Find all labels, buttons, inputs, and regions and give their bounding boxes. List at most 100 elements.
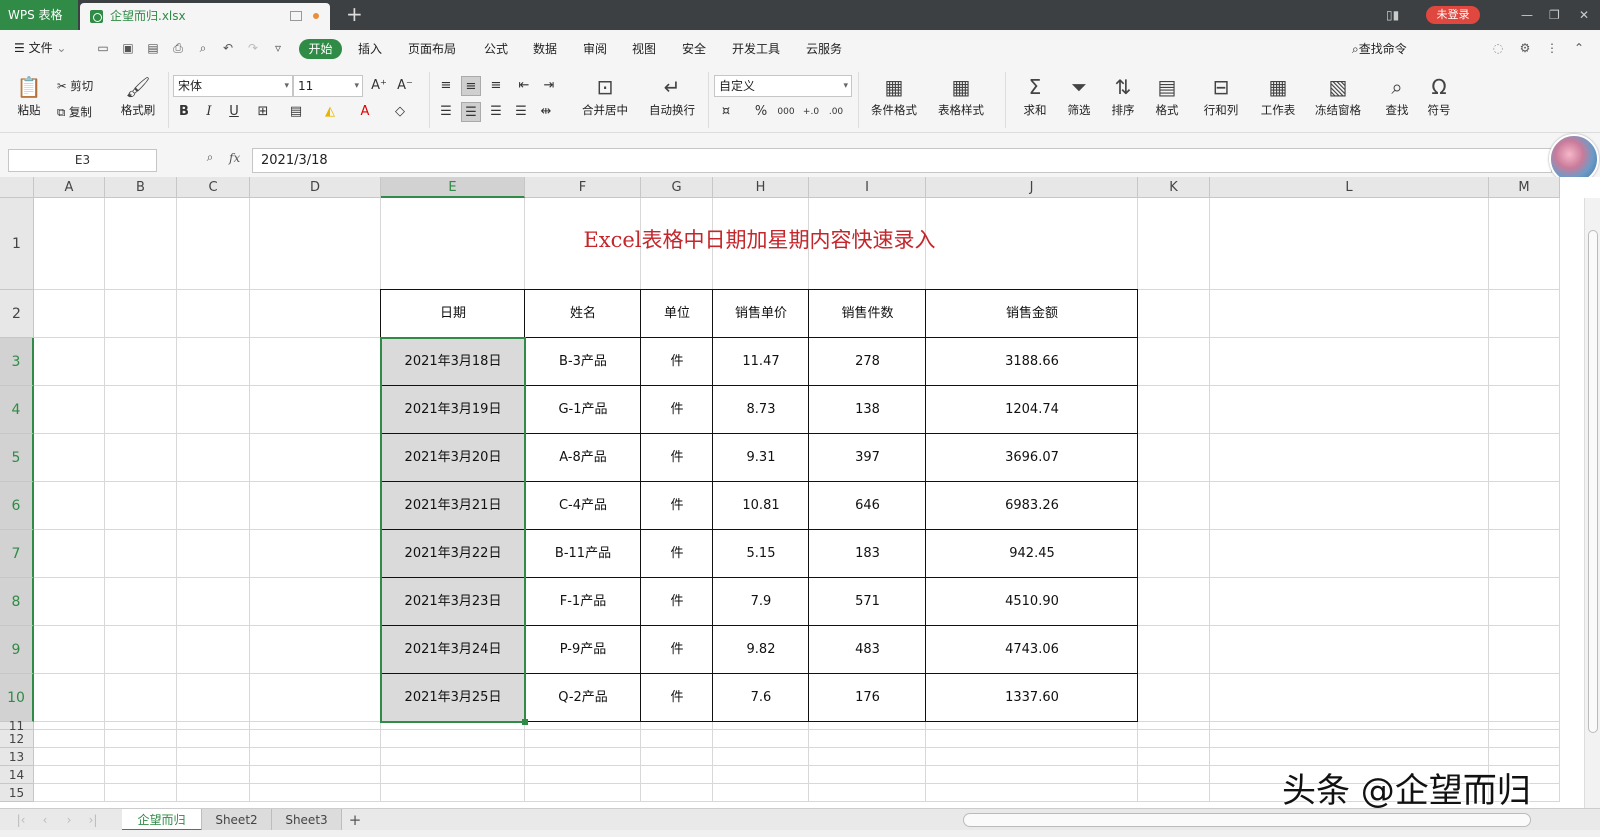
row-header-1[interactable]: 1 [0,198,34,290]
file-menu[interactable]: ☰ 文件 ⌄ [14,39,66,56]
menu-tab-data[interactable]: 数据 [533,40,557,57]
format-button[interactable]: ▤ 格式 [1150,75,1184,118]
bold-button[interactable]: B [174,102,194,122]
table-cell[interactable]: 1337.60 [926,674,1138,722]
table-cell[interactable]: 176 [809,674,926,722]
first-sheet-icon[interactable]: |‹ [14,813,28,827]
table-header-cell[interactable]: 单位 [641,290,713,338]
table-header-cell[interactable]: 销售件数 [809,290,926,338]
row-header-6[interactable]: 6 [0,482,34,530]
table-cell[interactable]: 4510.90 [926,578,1138,626]
table-cell[interactable]: 7.9 [713,578,809,626]
table-cell[interactable]: 1204.74 [926,386,1138,434]
open-icon[interactable]: ▭ [96,41,110,55]
login-button[interactable]: 未登录 [1426,6,1480,24]
increase-decimal-icon[interactable]: +.0 [801,102,821,122]
column-header-B[interactable]: B [105,177,177,198]
fill-color-icon[interactable]: ◭ [320,102,340,122]
fill-handle[interactable] [522,719,528,725]
comment-icon[interactable]: ◌ [1491,41,1505,55]
table-cell[interactable]: 397 [809,434,926,482]
percent-button[interactable]: % [751,102,771,122]
increase-font-icon[interactable]: A⁺ [369,76,389,96]
freeze-panes-button[interactable]: ▧ 冻结窗格 [1309,75,1367,118]
prev-sheet-icon[interactable]: ‹ [38,813,52,827]
column-header-J[interactable]: J [926,177,1138,198]
worksheet-button[interactable]: ▦ 工作表 [1255,75,1301,118]
column-header-F[interactable]: F [525,177,641,198]
column-header-E[interactable]: E [381,177,525,198]
align-top-icon[interactable]: ≡ [436,76,456,96]
row-header-12[interactable]: 12 [0,730,34,748]
menu-tab-cloud[interactable]: 云服务 [806,40,842,57]
clear-format-icon[interactable]: ◇ [390,102,410,122]
merge-center-button[interactable]: ⊡ 合并居中 [575,75,635,118]
select-all-corner[interactable] [0,177,34,198]
next-sheet-icon[interactable]: › [62,813,76,827]
menu-tab-view[interactable]: 视图 [632,40,656,57]
column-header-H[interactable]: H [713,177,809,198]
table-cell[interactable]: G-1产品 [525,386,641,434]
gear-icon[interactable]: ⚙ [1518,41,1532,55]
fx-label[interactable]: fx [229,151,240,165]
sheet-tab-3[interactable]: Sheet3 [272,809,342,831]
add-sheet-icon[interactable]: + [348,813,362,828]
pdf-icon[interactable]: ▤ [146,41,160,55]
sum-button[interactable]: Σ 求和 [1018,75,1052,118]
formula-input[interactable]: 2021/3/18 [252,148,1552,173]
table-cell[interactable]: F-1产品 [525,578,641,626]
table-cell[interactable]: 278 [809,338,926,386]
spreadsheet-grid[interactable]: A B C D E F G H I J K L M 1 2 3 4 5 6 7 8 9 10 11 12 13 14 15 Excel表… [0,177,1600,808]
table-cell[interactable]: 件 [641,578,713,626]
row-header-3[interactable]: 3 [0,338,34,386]
vertical-scrollbar[interactable] [1584,198,1600,808]
decrease-font-icon[interactable]: A⁻ [395,76,415,96]
indent-increase-icon[interactable]: ⇥ [539,76,559,96]
sheet-title[interactable]: Excel表格中日期加星期内容快速录入 [381,198,1138,290]
table-cell[interactable]: 件 [641,482,713,530]
table-cell[interactable]: 件 [641,530,713,578]
table-cell[interactable]: 138 [809,386,926,434]
menu-tab-home[interactable]: 开始 [299,39,342,59]
font-color-icon[interactable]: A [355,102,375,122]
table-cell[interactable]: B-3产品 [525,338,641,386]
column-header-G[interactable]: G [641,177,713,198]
table-cell[interactable]: 件 [641,434,713,482]
menu-tab-review[interactable]: 审阅 [583,40,607,57]
restore-icon[interactable]: ❐ [1549,8,1560,22]
font-name-select[interactable]: 宋体 [173,75,293,97]
menu-tab-developer[interactable]: 开发工具 [732,40,780,57]
menu-tab-formula[interactable]: 公式 [484,40,508,57]
row-header-5[interactable]: 5 [0,434,34,482]
table-header-cell[interactable]: 姓名 [525,290,641,338]
column-header-K[interactable]: K [1138,177,1210,198]
table-cell[interactable]: 5.15 [713,530,809,578]
symbol-button[interactable]: Ω 符号 [1422,75,1456,118]
table-cell[interactable]: 183 [809,530,926,578]
table-cell[interactable]: 8.73 [713,386,809,434]
table-cell[interactable]: P-9产品 [525,626,641,674]
zoom-icon[interactable]: ⌕ [203,150,217,164]
collapse-ribbon-icon[interactable]: ⌃ [1572,41,1586,55]
justify-icon[interactable]: ☰ [511,102,531,122]
file-tab[interactable]: 企望而归.xlsx [80,3,330,30]
border-icon[interactable]: ⊞ [253,102,273,122]
distribute-icon[interactable]: ⇹ [536,102,556,122]
new-tab-button[interactable]: + [346,2,363,26]
table-cell[interactable]: B-11产品 [525,530,641,578]
font-size-select[interactable]: 11 [293,75,363,97]
filter-button[interactable]: ⏷ 筛选 [1062,75,1096,118]
row-header-10[interactable]: 10 [0,674,34,722]
row-header-9[interactable]: 9 [0,626,34,674]
horizontal-scrollbar[interactable] [963,813,1531,827]
table-cell[interactable]: 件 [641,626,713,674]
align-center-icon[interactable]: ☰ [461,102,481,122]
window-mode-icon[interactable]: ▯▮ [1386,8,1399,22]
column-header-A[interactable]: A [34,177,105,198]
align-middle-icon[interactable]: ≡ [461,76,481,96]
row-header-8[interactable]: 8 [0,578,34,626]
column-header-C[interactable]: C [177,177,250,198]
table-header-cell[interactable]: 日期 [381,290,525,338]
table-cell[interactable]: 9.82 [713,626,809,674]
sheet-tab-1[interactable]: 企望而归 [122,809,202,831]
